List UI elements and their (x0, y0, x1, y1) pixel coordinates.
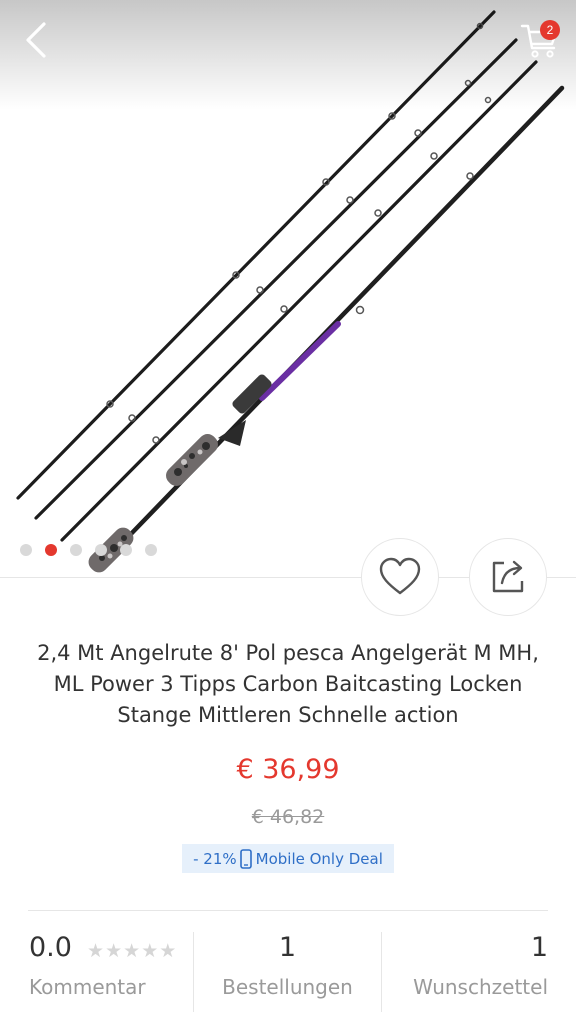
star-icon: ★ (141, 940, 159, 962)
pagination-dot-active[interactable] (45, 544, 57, 556)
rating-value: 0.0 (29, 932, 72, 963)
wishlist-stat[interactable]: 1 Wunschzettel (382, 932, 548, 1012)
current-price: € 36,99 (236, 754, 340, 785)
mobile-phone-icon (239, 848, 252, 869)
orders-value: 1 (278, 932, 297, 963)
gallery-pagination (20, 543, 170, 557)
share-icon (492, 560, 524, 593)
product-image-gallery[interactable]: 2 (0, 0, 576, 578)
rating-stat[interactable]: 0.0 ★ ★ ★ ★ ★ Kommentar (29, 932, 194, 1012)
chevron-left-icon (26, 22, 46, 58)
pagination-dot[interactable] (120, 544, 132, 556)
wishlist-label: Wunschzettel (413, 975, 548, 999)
pagination-dot[interactable] (145, 544, 157, 556)
divider (28, 910, 548, 911)
share-button[interactable] (469, 538, 547, 616)
orders-stat[interactable]: 1 Bestellungen (193, 932, 382, 1012)
heart-outline-icon (379, 557, 421, 595)
product-title: 2,4 Mt Angelrute 8' Pol pesca Angelgerät… (37, 641, 539, 727)
pagination-dot[interactable] (95, 544, 107, 556)
mobile-deal-badge: - 21% Mobile Only Deal (182, 844, 394, 873)
wishlist-button[interactable] (361, 538, 439, 616)
deal-label: Mobile Only Deal (255, 849, 383, 868)
discount-percent: - 21% (193, 849, 237, 868)
pagination-dot[interactable] (70, 544, 82, 556)
pagination-dot[interactable] (20, 544, 32, 556)
back-button[interactable] (18, 18, 58, 62)
star-icon: ★ (123, 940, 141, 962)
cart-button[interactable]: 2 (516, 16, 564, 64)
header-gradient (0, 0, 576, 110)
rating-stars: ★ ★ ★ ★ ★ (87, 942, 177, 961)
wishlist-value: 1 (530, 932, 548, 963)
rating-label: Kommentar (29, 975, 146, 999)
star-icon: ★ (159, 940, 177, 962)
star-icon: ★ (87, 940, 105, 962)
original-price: € 46,82 (251, 806, 325, 828)
star-icon: ★ (105, 940, 123, 962)
orders-label: Bestellungen (222, 975, 353, 999)
cart-count-badge: 2 (540, 20, 560, 40)
